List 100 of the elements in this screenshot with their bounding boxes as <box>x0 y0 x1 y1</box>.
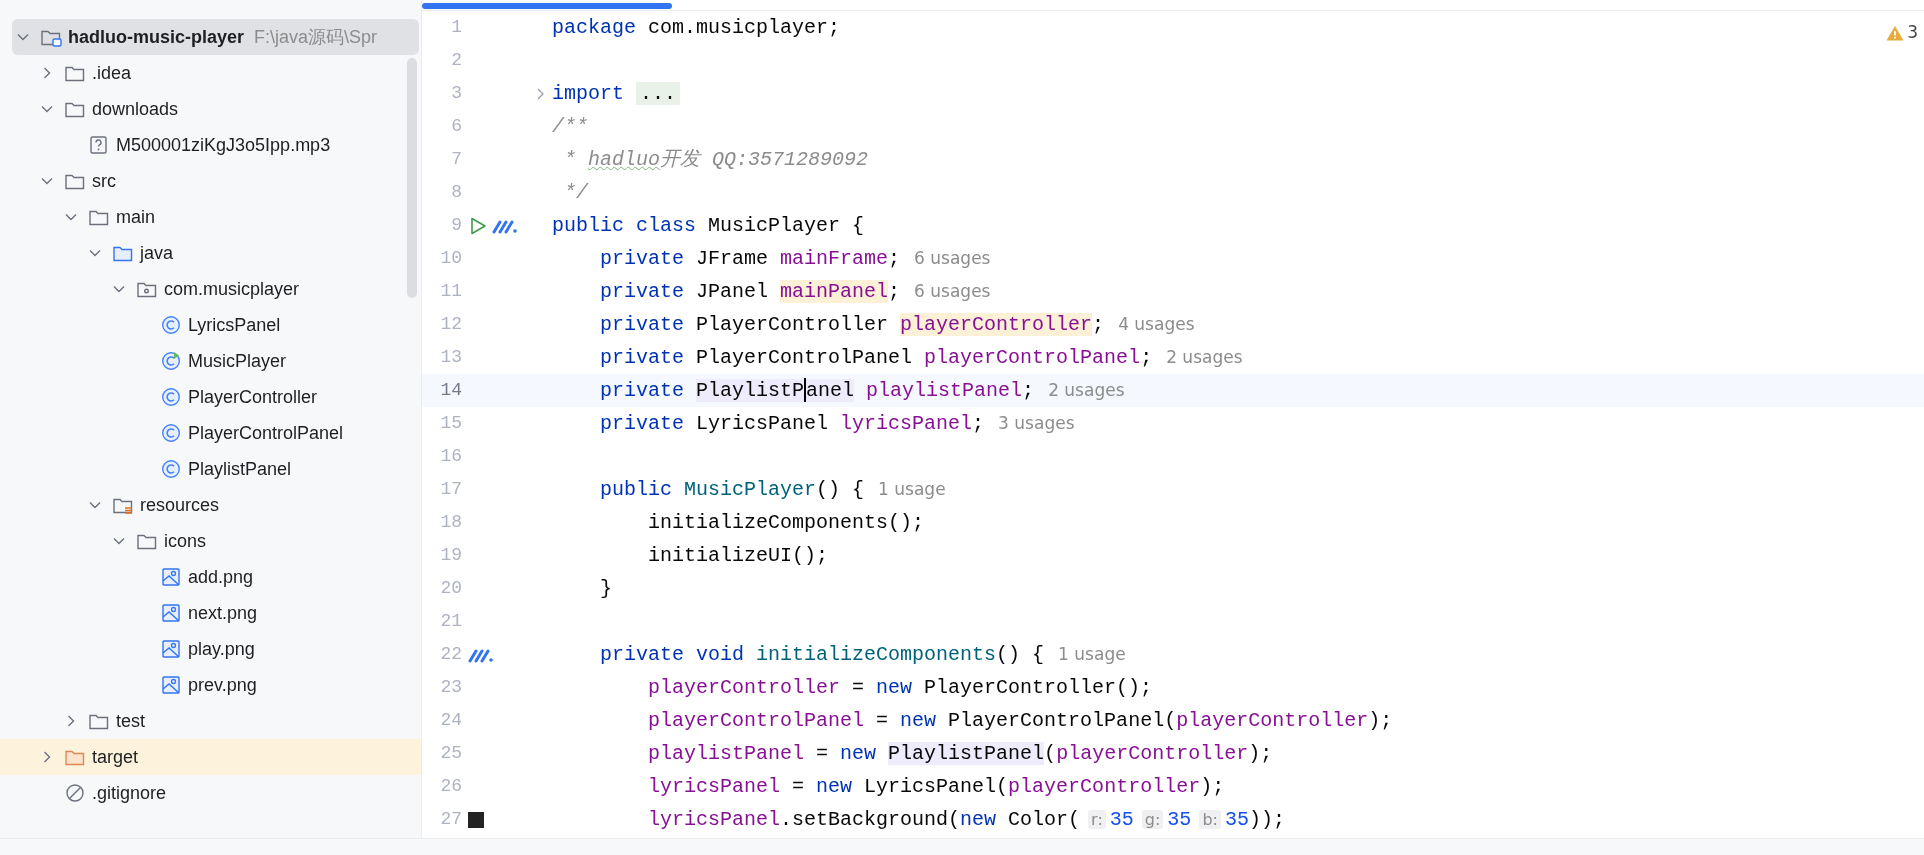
tree-row[interactable]: play.png <box>12 631 405 667</box>
line-number: 15 <box>439 412 462 435</box>
tree-row[interactable]: next.png <box>12 595 405 631</box>
tree-row[interactable]: M500001ziKgJ3o5Ipp.mp3 <box>12 127 405 163</box>
code-line: private JFrame mainFrame; <box>599 245 901 272</box>
line-number: 14 <box>439 379 462 402</box>
tree-row[interactable]: .gitignore <box>12 775 405 811</box>
line-number: 23 <box>439 676 462 699</box>
tree-label: add.png <box>188 565 254 589</box>
tree-label: PlayerControlPanel <box>188 421 344 445</box>
code-line: lyricsPanel.setBackground(new Color( r: 35 g: 35 b: 35)); <box>647 806 1285 833</box>
ignore-icon <box>64 783 86 803</box>
tree-row[interactable]: main <box>12 199 405 235</box>
tree-row[interactable]: src <box>12 163 405 199</box>
line-number: 12 <box>439 313 462 336</box>
code-line: playlistPanel = new PlaylistPanel(playerController); <box>647 740 1273 767</box>
line-number: 11 <box>439 280 462 303</box>
line-number: 26 <box>439 775 462 798</box>
warning-count[interactable]: 3 <box>1907 20 1918 46</box>
class-icon <box>160 387 182 407</box>
line-number: 9 <box>450 214 462 237</box>
image-icon <box>160 639 182 659</box>
code-line: /** <box>552 113 588 140</box>
code-line: private PlayerControlPanel playerControlPanel; <box>599 344 1153 371</box>
tree-label: src <box>92 169 116 193</box>
tree-row[interactable]: downloads <box>12 91 405 127</box>
tree-row[interactable]: PlayerControlPanel <box>12 415 405 451</box>
code-line: initializeUI(); <box>647 542 829 569</box>
tree-label: hadluo-music-player <box>68 25 245 49</box>
code-line: private PlayerController playerController; <box>599 311 1105 338</box>
code-line: import ... <box>552 78 681 109</box>
tree-label: prev.png <box>188 673 257 697</box>
tree-row[interactable]: test <box>12 703 405 739</box>
run-icon[interactable] <box>468 215 488 236</box>
tree-label: PlaylistPanel <box>188 457 292 481</box>
line-number: 10 <box>439 247 462 270</box>
line-number: 27 <box>439 808 462 831</box>
tree-row[interactable]: com.musicplayer <box>12 271 405 307</box>
tree-label: icons <box>164 529 207 553</box>
tree-row[interactable]: add.png <box>12 559 405 595</box>
tree-label: MusicPlayer <box>188 349 287 373</box>
line-number: 19 <box>439 544 462 567</box>
unknown-file-icon <box>88 135 110 155</box>
warning-icon[interactable] <box>1886 24 1905 41</box>
line-number: 18 <box>439 511 462 534</box>
tree-label: play.png <box>188 637 255 661</box>
line-number: 2 <box>450 49 462 72</box>
tree-label: target <box>92 745 139 769</box>
tree-row[interactable]: MusicPlayer <box>12 343 405 379</box>
code-line: private LyricsPanel lyricsPanel; <box>599 410 985 437</box>
image-icon <box>160 603 182 623</box>
tree-label: resources <box>140 493 220 517</box>
image-icon <box>160 675 182 695</box>
class-icon <box>160 459 182 479</box>
code-line: playerController = new PlayerController(); <box>647 674 1153 701</box>
scrollbar[interactable] <box>407 58 417 298</box>
line-number: 7 <box>450 148 462 171</box>
code-line: public class MusicPlayer { <box>552 212 865 239</box>
line-number: 6 <box>450 115 462 138</box>
code-line: package com.musicplayer; <box>552 14 841 41</box>
line-number: 25 <box>439 742 462 765</box>
code-line: private void initializeComponents() { <box>599 641 1045 668</box>
line-number: 22 <box>439 643 462 666</box>
tree-label: java <box>140 241 174 265</box>
code-line: lyricsPanel = new LyricsPanel(playerController); <box>647 773 1225 800</box>
tree-label: LyricsPanel <box>188 313 281 337</box>
tree-row[interactable]: PlayerController <box>12 379 405 415</box>
tree-label: com.musicplayer <box>164 277 300 301</box>
project-path: F:\java源码\Spr <box>254 25 378 49</box>
tree-row[interactable]: resources <box>12 487 405 523</box>
tree-row[interactable]: PlaylistPanel <box>12 451 405 487</box>
tree-label: main <box>116 205 155 229</box>
tree-row[interactable]: icons <box>12 523 405 559</box>
tree-row[interactable]: prev.png <box>12 667 405 703</box>
tree-row[interactable]: .idea <box>12 55 405 91</box>
tree-row[interactable]: hadluo-music-player F:\java源码\Spr <box>12 19 419 55</box>
tree-row[interactable]: LyricsPanel <box>12 307 405 343</box>
line-number: 8 <box>450 181 462 204</box>
tree-label: .idea <box>92 61 132 85</box>
tree-row[interactable]: java <box>12 235 405 271</box>
tree-label: next.png <box>188 601 258 625</box>
tree-label: PlayerController <box>188 385 318 409</box>
code-line: } <box>599 575 612 602</box>
code-line: playerControlPanel = new PlayerControlPanel(playerController); <box>647 707 1393 734</box>
tree-label: test <box>116 709 145 733</box>
tree-row[interactable]: target <box>0 739 421 775</box>
line-number: 24 <box>439 709 462 732</box>
color-swatch-icon <box>468 811 484 828</box>
line-number: 16 <box>439 445 462 468</box>
line-number: 13 <box>439 346 462 369</box>
tree-label: downloads <box>92 97 179 121</box>
code-line: public MusicPlayer() { <box>599 476 865 503</box>
class-icon <box>160 423 182 443</box>
class-icon <box>160 315 182 335</box>
image-icon <box>160 567 182 587</box>
code-line: private PlaylistPanel playlistPanel; <box>599 377 1035 405</box>
tree-label: M500001ziKgJ3o5Ipp.mp3 <box>116 133 331 157</box>
line-number: 21 <box>439 610 462 633</box>
line-number: 3 <box>450 82 462 105</box>
code-line: */ <box>563 179 588 206</box>
